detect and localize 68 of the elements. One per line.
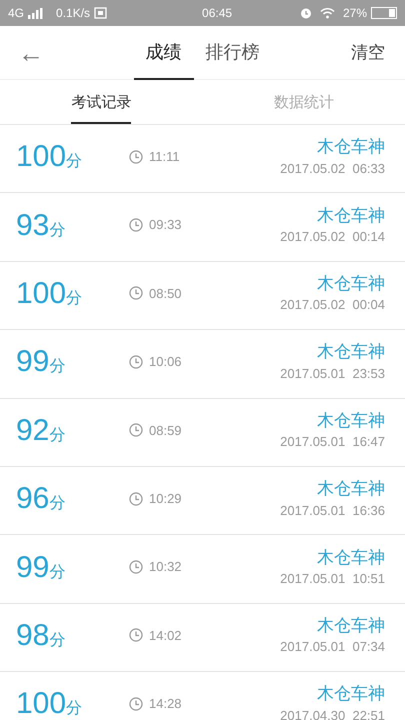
user-name: 木仓车神 (317, 206, 385, 226)
score-unit: 分 (49, 562, 66, 583)
speed-label: 0.1K/s (56, 5, 90, 22)
duration-text: 10:32 (149, 558, 182, 576)
user-name: 木仓车神 (317, 137, 385, 158)
record-date: 2017.04.30 22:51 (280, 708, 385, 720)
score-unit: 分 (49, 494, 66, 514)
duration-text: 11:11 (149, 148, 180, 166)
score-unit: 分 (66, 699, 82, 720)
screenshot-icon (94, 7, 108, 19)
clock-icon (129, 286, 143, 300)
user-name: 木仓车神 (317, 410, 385, 432)
battery-icon (371, 7, 397, 19)
score-unit: 分 (49, 220, 66, 241)
status-time: 06:45 (202, 5, 232, 22)
record-date: 2017.05.01 23:53 (280, 366, 385, 382)
battery-percent: 27% (342, 5, 367, 22)
duration-text: 09:33 (149, 216, 182, 234)
score-unit: 分 (49, 630, 66, 651)
back-button[interactable]: ← (18, 34, 44, 73)
score-value: 100 (16, 276, 66, 312)
score-unit: 分 (66, 152, 82, 172)
record-date: 2017.05.01 16:47 (280, 434, 385, 450)
score-value: 92 (16, 412, 50, 449)
user-name: 木仓车神 (317, 684, 385, 705)
tab[interactable]: 考试记录 (71, 92, 132, 124)
signal-icon (28, 8, 44, 18)
duration-text: 14:28 (149, 695, 182, 714)
user-name: 木仓车神 (317, 342, 385, 363)
score-value: 100 (16, 139, 66, 176)
clock-icon (129, 492, 143, 506)
clock-icon (129, 423, 143, 438)
user-name: 木仓车神 (317, 616, 385, 636)
record-date: 2017.05.02 06:33 (280, 160, 385, 176)
clock-icon (129, 218, 143, 232)
duration-text: 08:59 (149, 422, 182, 440)
score-value: 99 (16, 550, 50, 586)
tab[interactable]: 排行榜 (194, 26, 272, 80)
duration-text: 14:02 (149, 626, 182, 645)
score-unit: 分 (66, 288, 82, 309)
clock-icon (129, 628, 143, 642)
score-value: 93 (16, 208, 50, 244)
duration-text: 10:29 (149, 490, 182, 508)
user-name: 木仓车神 (317, 548, 385, 568)
clock-icon (129, 560, 143, 574)
duration-text: 08:50 (149, 284, 182, 303)
clock-icon (129, 696, 143, 711)
score-value: 100 (16, 686, 66, 720)
wifi-icon (320, 7, 335, 19)
tab[interactable]: 成绩 (134, 26, 194, 80)
record-date: 2017.05.01 07:34 (280, 639, 385, 655)
record-date: 2017.05.01 10:51 (280, 570, 385, 587)
record-date: 2017.05.02 00:14 (280, 228, 385, 245)
clock-icon (129, 354, 143, 369)
alarm-icon (300, 7, 312, 19)
user-name: 木仓车神 (317, 479, 385, 500)
score-unit: 分 (49, 357, 66, 378)
score-value: 99 (16, 344, 50, 380)
network-label: 4G (8, 5, 24, 22)
score-value: 98 (16, 618, 50, 654)
user-name: 木仓车神 (317, 274, 385, 294)
duration-text: 10:06 (149, 353, 182, 372)
clear-button[interactable]: 清空 (351, 40, 385, 66)
score-value: 96 (16, 481, 50, 518)
score-unit: 分 (49, 426, 66, 446)
record-date: 2017.05.01 16:36 (280, 502, 385, 518)
clock-icon (129, 150, 143, 164)
record-date: 2017.05.02 00:04 (280, 297, 385, 313)
